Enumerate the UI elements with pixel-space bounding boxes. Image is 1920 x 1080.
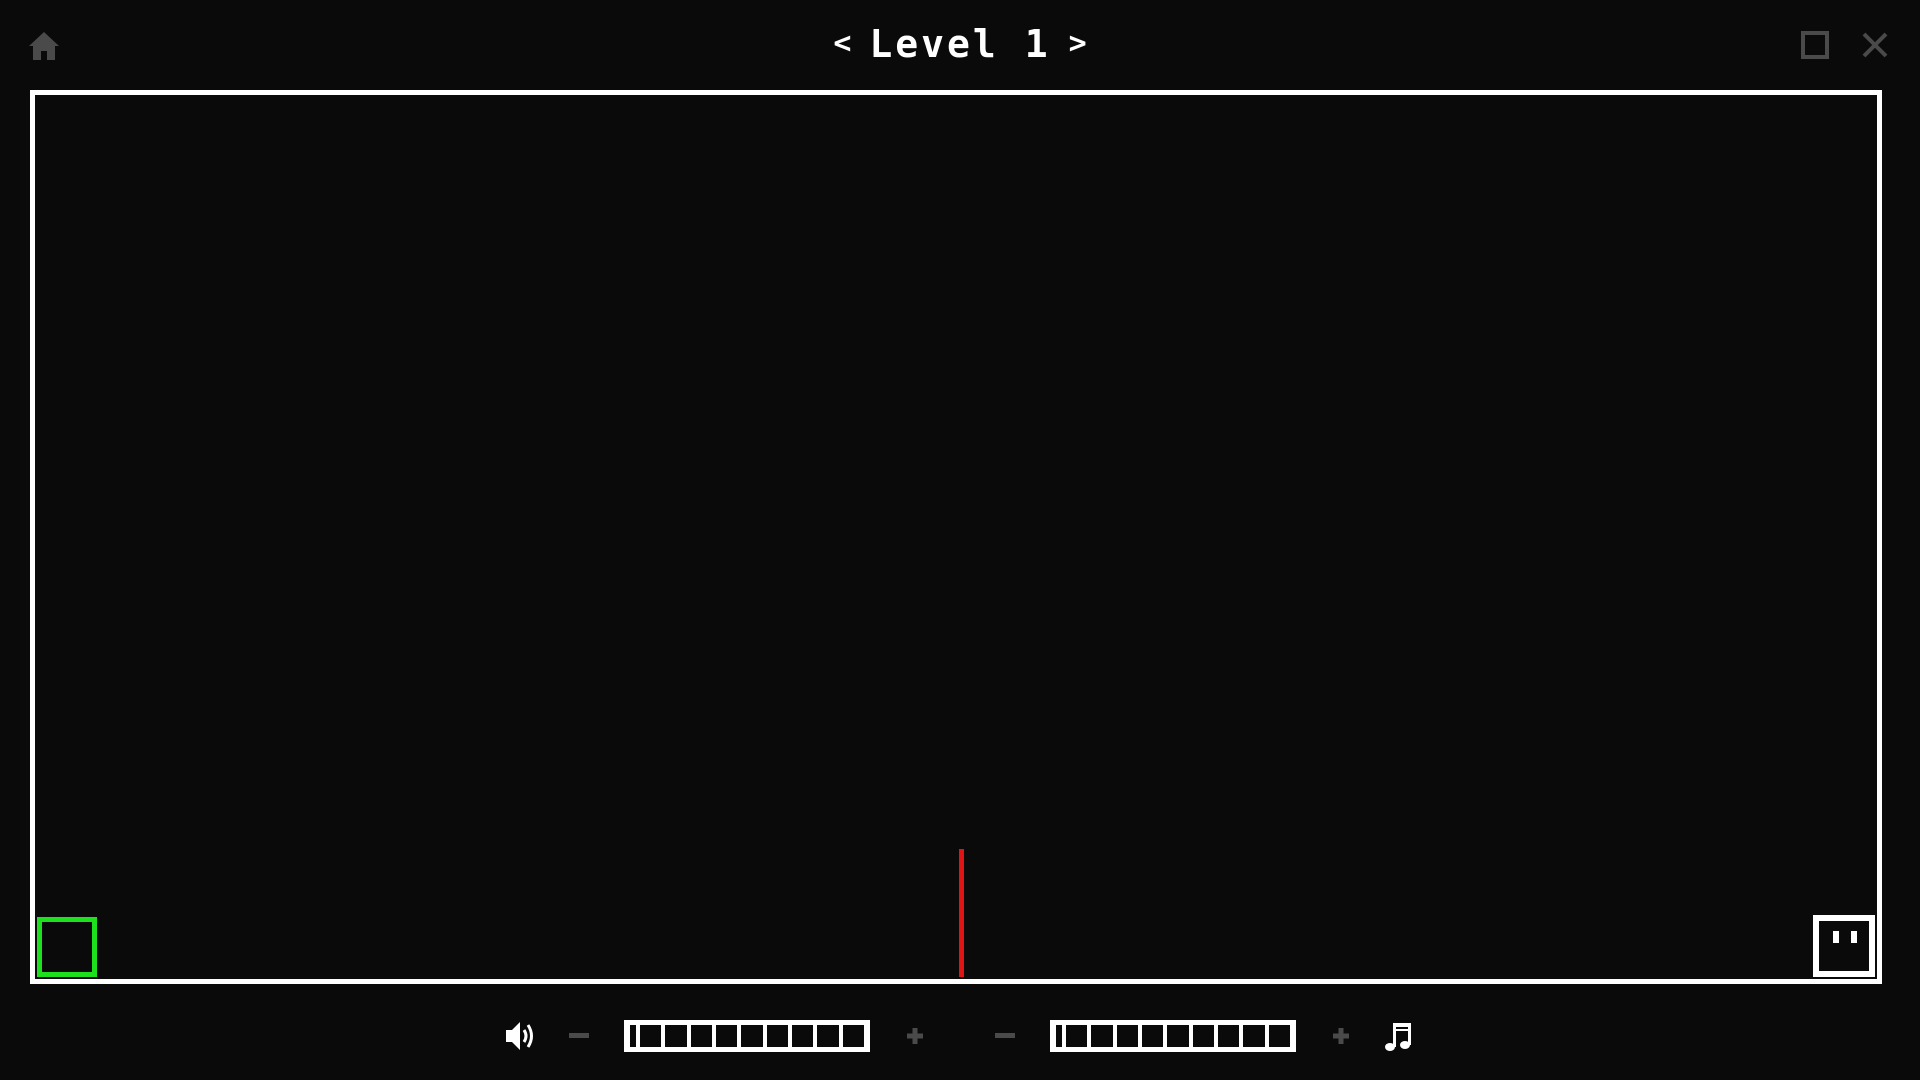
volume-segment (1116, 1025, 1138, 1047)
volume-segment (640, 1025, 662, 1047)
volume-segment (665, 1025, 687, 1047)
red-laser-hazard (959, 849, 964, 977)
level-navigator: < Level 1 > (0, 18, 1920, 70)
plus-icon (1333, 1028, 1349, 1044)
plus-icon (907, 1028, 923, 1044)
volume-segment (817, 1025, 839, 1047)
volume-segment (1167, 1025, 1189, 1047)
volume-segment (791, 1025, 814, 1047)
sound-toggle-button[interactable] (498, 1014, 542, 1058)
speaker-icon (506, 1022, 533, 1050)
volume-segment (1243, 1025, 1265, 1047)
volume-segment (1192, 1025, 1214, 1047)
minus-icon (995, 1033, 1015, 1038)
minus-icon (569, 1033, 589, 1038)
music-volume-decrease-button[interactable] (988, 1014, 1022, 1058)
sound-volume-increase-button[interactable] (898, 1014, 932, 1058)
close-button[interactable] (1858, 28, 1892, 62)
volume-segment (766, 1025, 788, 1047)
volume-segment (1268, 1025, 1290, 1047)
next-level-button[interactable]: > (1069, 29, 1087, 59)
volume-segment (1091, 1025, 1113, 1047)
volume-segment (690, 1025, 712, 1047)
close-icon (1862, 32, 1888, 58)
goal-right-eye (1851, 931, 1857, 943)
volume-segment (1217, 1025, 1240, 1047)
volume-segment (630, 1025, 636, 1047)
goal-left-eye (1833, 931, 1839, 943)
volume-segment (842, 1025, 864, 1047)
volume-segment (715, 1025, 738, 1047)
music-toggle-button[interactable] (1378, 1014, 1422, 1058)
level-title: Level 1 (869, 22, 1051, 66)
music-note-icon (1385, 1023, 1411, 1051)
audio-controls (0, 1014, 1920, 1058)
fullscreen-icon (1801, 31, 1829, 59)
volume-segment (1141, 1025, 1164, 1047)
volume-segment (1056, 1025, 1062, 1047)
goal-face-block (1813, 915, 1875, 977)
volume-segment (1066, 1025, 1088, 1047)
previous-level-button[interactable]: < (833, 29, 851, 59)
sound-volume-decrease-button[interactable] (562, 1014, 596, 1058)
player-square (37, 917, 97, 977)
music-volume-increase-button[interactable] (1324, 1014, 1358, 1058)
volume-segment (741, 1025, 763, 1047)
music-volume-slider[interactable] (1050, 1020, 1296, 1052)
game-play-field (30, 90, 1882, 984)
sound-volume-slider[interactable] (624, 1020, 870, 1052)
fullscreen-button[interactable] (1798, 28, 1832, 62)
